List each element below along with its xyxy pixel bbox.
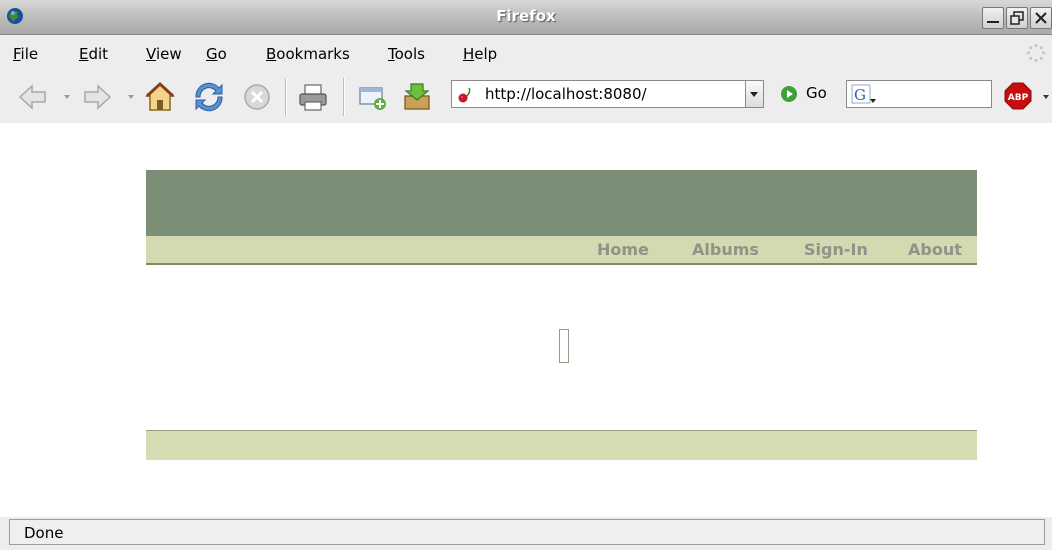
url-history-dropdown[interactable]: [745, 80, 764, 108]
menu-bookmarks[interactable]: Bookmarks: [266, 45, 350, 63]
reload-icon[interactable]: [192, 80, 226, 114]
minimize-button[interactable]: [982, 7, 1004, 29]
toolbar-separator: [343, 78, 345, 116]
menu-view[interactable]: View: [146, 45, 182, 63]
nav-link-sign-in[interactable]: Sign-In: [804, 240, 868, 259]
svg-text:G: G: [854, 86, 866, 104]
toolbar-separator: [285, 78, 287, 116]
home-icon[interactable]: [143, 80, 177, 114]
status-bar: Done: [0, 517, 1052, 550]
menu-go[interactable]: Go: [206, 45, 227, 63]
stop-icon[interactable]: [240, 80, 274, 114]
navigation-toolbar: http://localhost:8080/ Go G ABP: [0, 71, 1052, 123]
nav-link-about[interactable]: About: [908, 240, 962, 259]
close-icon: [1035, 12, 1047, 24]
site-footer: [146, 430, 977, 460]
title-bar[interactable]: Firefox: [0, 0, 1052, 35]
menu-help[interactable]: Help: [463, 45, 497, 63]
site-nav-bar: Home Albums Sign-In About: [146, 236, 977, 265]
chevron-down-icon: [750, 92, 758, 97]
go-arrow-icon: [781, 86, 797, 102]
url-text[interactable]: http://localhost:8080/: [485, 85, 647, 103]
site-header-banner: [146, 170, 977, 236]
adblock-dropdown-icon[interactable]: [1042, 93, 1050, 101]
page-viewport: Home Albums Sign-In About: [9, 123, 1052, 517]
nav-link-home[interactable]: Home: [597, 240, 649, 259]
forward-icon[interactable]: [80, 80, 114, 114]
nav-link-albums[interactable]: Albums: [692, 240, 759, 259]
empty-content-placeholder: [559, 329, 569, 363]
adblock-icon[interactable]: ABP: [1004, 82, 1032, 110]
svg-text:ABP: ABP: [1008, 93, 1029, 103]
print-icon[interactable]: [296, 80, 330, 114]
forward-dropdown-icon[interactable]: [127, 93, 135, 101]
go-label: Go: [806, 84, 827, 102]
menu-tools[interactable]: Tools: [388, 45, 425, 63]
site-favicon-icon: [458, 87, 471, 103]
menu-edit[interactable]: Edit: [79, 45, 108, 63]
back-dropdown-icon[interactable]: [63, 93, 71, 101]
download-icon[interactable]: [400, 80, 434, 114]
restore-icon: [1010, 11, 1024, 25]
window-controls: [982, 7, 1052, 29]
maximize-button[interactable]: [1006, 7, 1028, 29]
google-search-engine-icon[interactable]: G: [851, 84, 877, 104]
status-panel: Done: [9, 519, 1045, 545]
back-icon[interactable]: [16, 80, 50, 114]
throbber-icon: [1026, 43, 1046, 63]
new-bookmark-icon[interactable]: [355, 80, 389, 114]
status-text: Done: [24, 524, 64, 542]
menu-bar: File Edit View Go Bookmarks Tools Help: [0, 35, 1052, 71]
menu-file[interactable]: File: [13, 45, 38, 63]
url-bar[interactable]: http://localhost:8080/: [451, 80, 764, 108]
window-title: Firefox: [496, 7, 556, 25]
close-button[interactable]: [1030, 7, 1052, 29]
search-input[interactable]: G: [846, 80, 992, 108]
minimize-icon: [987, 21, 999, 23]
